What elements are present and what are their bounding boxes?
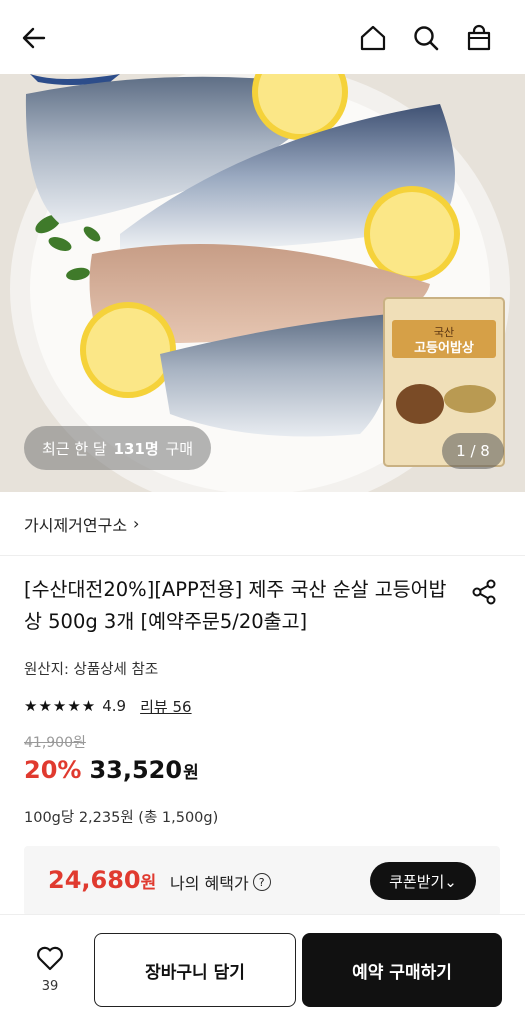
- rating-value: 4.9: [102, 697, 127, 715]
- package-label-2: 고등어밥상: [414, 340, 474, 356]
- cart-icon-button[interactable]: [459, 18, 499, 58]
- search-icon: [414, 26, 439, 51]
- brand-link[interactable]: 가시제거연구소 ›: [0, 492, 525, 556]
- star-rating-icon: ★★★★★: [24, 697, 97, 715]
- reserve-buy-button[interactable]: 예약 구매하기: [302, 933, 502, 1007]
- chevron-right-icon: ›: [133, 514, 140, 533]
- benefit-label-row: 나의 혜택가 ?: [170, 870, 271, 894]
- sale-price-unit: 원: [183, 763, 199, 783]
- wishlist-count: 39: [41, 979, 59, 994]
- buyers-suffix: 구매: [165, 439, 194, 458]
- back-button[interactable]: [14, 18, 54, 58]
- image-counter: 1 / 8: [442, 433, 504, 469]
- package-label-1: 국산: [434, 326, 454, 339]
- home-button[interactable]: [353, 18, 393, 58]
- benefit-price-value: 24,680: [48, 866, 141, 894]
- benefit-price-unit: 원: [140, 873, 157, 893]
- search-button[interactable]: [406, 18, 446, 58]
- benefit-price-box: 24,680원 나의 혜택가 ? 쿠폰받기⌄: [24, 846, 500, 916]
- heart-icon: [37, 946, 63, 971]
- home-icon: [360, 25, 386, 51]
- brand-name: 가시제거연구소: [24, 515, 128, 535]
- buyers-prefix: 최근 한 달: [42, 439, 107, 458]
- rating-row: ★★★★★ 4.9 리뷰 56: [24, 694, 192, 718]
- share-button[interactable]: [466, 574, 502, 610]
- recent-buyers-badge: 최근 한 달 131명 구매: [24, 426, 212, 470]
- discount-rate: 20%: [24, 756, 82, 784]
- product-title: [수산대전20%][APP전용] 제주 국산 순살 고등어밥상 500g 3개 …: [24, 578, 447, 633]
- add-to-cart-button[interactable]: 장바구니 담기: [94, 933, 296, 1007]
- review-link[interactable]: 리뷰 56: [140, 696, 191, 717]
- share-icon: [472, 579, 496, 605]
- unit-price: 100g당 2,235원 (총 1,500g): [24, 810, 219, 826]
- arrow-left-icon: [22, 27, 46, 49]
- benefit-price: 24,680원: [48, 866, 156, 894]
- wishlist-button[interactable]: 39: [24, 943, 76, 1003]
- shopping-bag-icon: [467, 24, 491, 51]
- origin-info: 원산지: 상품상세 참조: [24, 662, 159, 678]
- benefit-label: 나의 혜택가: [170, 874, 249, 893]
- original-price: 41,900원: [24, 735, 86, 751]
- sale-price: 33,520: [89, 756, 183, 784]
- price-row: 20% 33,520 원: [24, 756, 199, 790]
- get-coupon-button[interactable]: 쿠폰받기⌄: [370, 862, 476, 900]
- help-icon[interactable]: ?: [252, 873, 271, 891]
- buyers-count: 131명: [113, 439, 159, 458]
- bottom-action-bar: 39 장바구니 담기 예약 구매하기: [0, 914, 525, 1024]
- top-header: [0, 0, 525, 74]
- product-image-carousel[interactable]: 국산 고등어밥상 최근 한 달 131명 구매 1 / 8: [0, 74, 525, 492]
